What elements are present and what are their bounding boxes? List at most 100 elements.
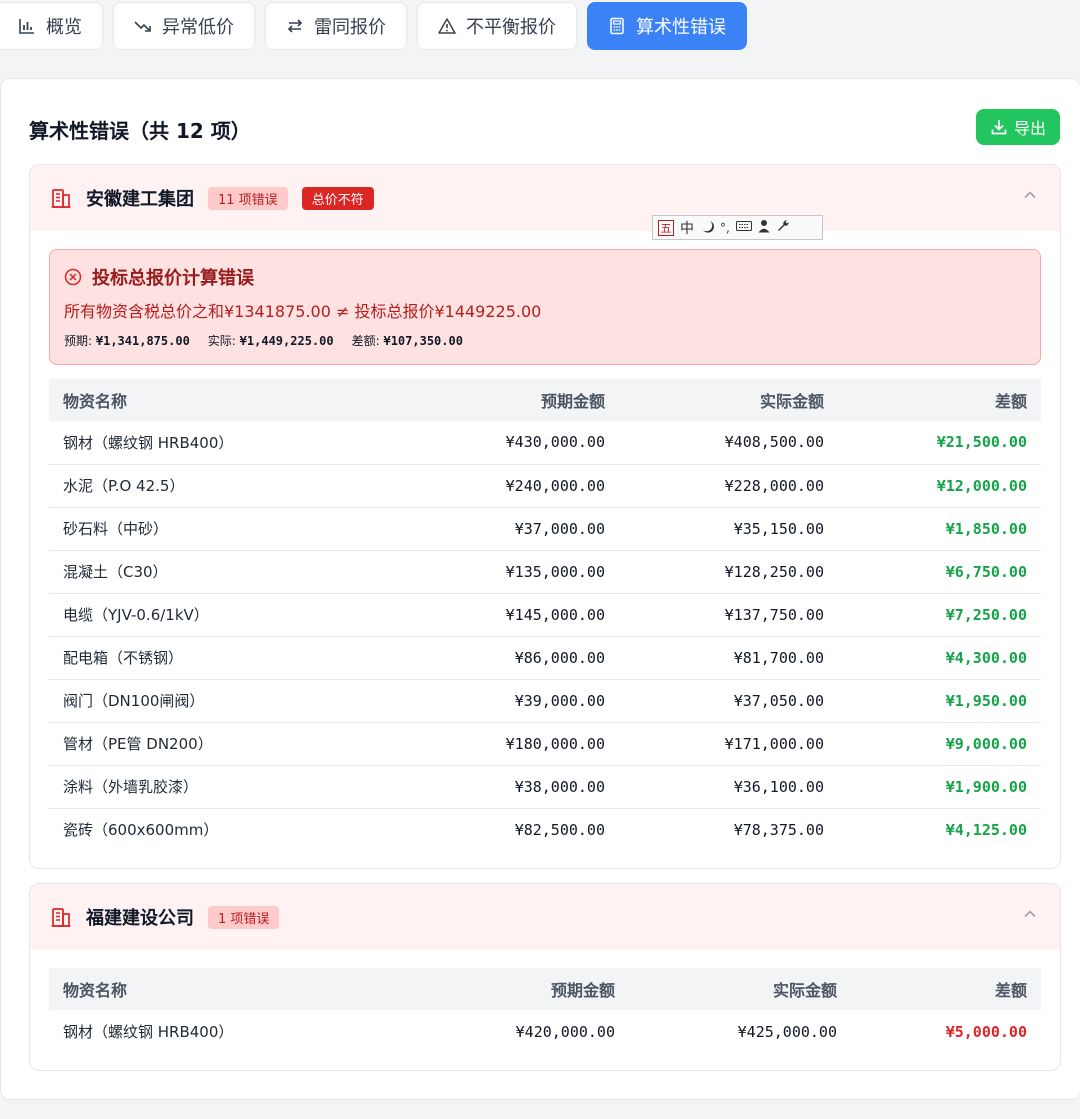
- tab-label: 不平衡报价: [466, 17, 556, 38]
- user-icon[interactable]: [758, 219, 770, 237]
- material-diff-table: 物资名称 预期金额 实际金额 差额 钢材（螺纹钢 HRB400） ¥420,000…: [49, 968, 1041, 1053]
- error-title: 投标总报价计算错误: [64, 264, 1026, 290]
- tab-label: 概览: [46, 17, 82, 38]
- expected-amount-cell: ¥38,000.00: [449, 765, 619, 809]
- material-name-cell: 涂料（外墙乳胶漆）: [49, 765, 449, 809]
- company-card-fujian: 福建建设公司 1 项错误 物资名称 预期金额 实际金额 差额 钢材（螺纹钢 HR…: [29, 883, 1061, 1071]
- expected-amount-cell: ¥180,000.00: [449, 722, 619, 766]
- material-name-cell: 钢材（螺纹钢 HRB400）: [63, 1023, 234, 1041]
- ime-chinese-mode[interactable]: 中: [680, 218, 694, 238]
- error-circle-icon: [64, 268, 82, 286]
- expected-amount-cell: ¥82,500.00: [514, 820, 605, 839]
- actual-amount: 实际: ¥1,449,225.00: [207, 334, 334, 348]
- chevron-up-icon[interactable]: [1022, 906, 1038, 922]
- col-actual: 实际金额: [759, 392, 824, 411]
- col-diff: 差额: [994, 392, 1027, 411]
- col-material-name: 物资名称: [63, 981, 128, 1000]
- expected-amount-cell: ¥145,000.00: [449, 593, 619, 637]
- export-button[interactable]: 导出: [976, 109, 1060, 145]
- tab-abnormal-low-price[interactable]: 异常低价: [113, 2, 255, 50]
- page-title: 算术性错误（共 12 项）: [29, 119, 251, 143]
- expected-amount-cell: ¥39,000.00: [449, 679, 619, 723]
- arithmetic-error-panel: 算术性错误（共 12 项） 导出 安徽建工集团 11 项错误 总价不符 投标总报…: [0, 78, 1080, 1100]
- ime-toolbar[interactable]: 五 中 °,: [652, 215, 823, 240]
- actual-amount-cell: ¥36,100.00: [619, 765, 838, 809]
- tab-arithmetic-error[interactable]: 算术性错误: [587, 2, 747, 50]
- diff-amount-cell: ¥5,000.00: [945, 1022, 1027, 1041]
- expected-amount-cell: ¥430,000.00: [449, 421, 619, 465]
- material-name-cell: 钢材（螺纹钢 HRB400）: [49, 421, 449, 465]
- moon-icon[interactable]: [700, 219, 714, 237]
- diff-amount-cell: ¥6,750.00: [838, 550, 1041, 594]
- error-description: 所有物资含税总价之和¥1341875.00 ≠ 投标总报价¥1449225.00: [64, 302, 542, 321]
- company-name: 安徽建工集团: [86, 189, 194, 210]
- table-row: 钢材（螺纹钢 HRB400） ¥430,000.00 ¥408,500.00 ¥21,…: [49, 421, 1041, 465]
- expected-amount-cell: ¥37,000.00: [449, 507, 619, 551]
- material-name-cell: 电缆（YJV-0.6/1kV）: [49, 593, 449, 637]
- bar-chart-icon: [18, 17, 36, 35]
- material-name-cell: 阀门（DN100闸阀）: [49, 679, 449, 723]
- table-header-row: 物资名称 预期金额 实际金额 差额: [49, 968, 1041, 1010]
- diff-amount: 差额: ¥107,350.00: [351, 334, 463, 348]
- actual-amount-cell: ¥171,000.00: [619, 722, 838, 766]
- table-row: 混凝土（C30） ¥135,000.00 ¥128,250.00 ¥6,750.00: [49, 550, 1041, 594]
- ime-five-stroke-icon[interactable]: 五: [658, 219, 674, 236]
- trend-down-icon: [134, 17, 152, 35]
- actual-amount-cell: ¥81,700.00: [619, 636, 838, 680]
- actual-amount-cell: ¥408,500.00: [619, 421, 838, 465]
- actual-amount-cell: ¥137,750.00: [619, 593, 838, 637]
- building-icon: [51, 908, 71, 927]
- actual-amount-cell: ¥37,050.00: [619, 679, 838, 723]
- diff-amount-cell: ¥1,850.00: [838, 507, 1041, 551]
- col-material-name: 物资名称: [63, 392, 128, 411]
- diff-amount-cell: ¥7,250.00: [838, 593, 1041, 637]
- table-row: 管材（PE管 DN200） ¥180,000.00 ¥171,000.00 ¥9,00…: [49, 722, 1041, 766]
- diff-amount-cell: ¥9,000.00: [838, 722, 1041, 766]
- tab-bar: 概览 异常低价 雷同报价 不平衡报价 算术性错误: [0, 2, 747, 50]
- diff-amount-cell: ¥4,300.00: [838, 636, 1041, 680]
- tab-overview[interactable]: 概览: [0, 2, 103, 50]
- company-header[interactable]: 安徽建工集团 11 项错误 总价不符: [30, 165, 1060, 231]
- error-count-badge: 1 项错误: [208, 905, 280, 929]
- export-label: 导出: [1013, 119, 1046, 138]
- table-row: 配电箱（不锈钢） ¥86,000.00 ¥81,700.00 ¥4,300.00: [49, 636, 1041, 680]
- tab-label: 雷同报价: [314, 17, 386, 38]
- table-row: 涂料（外墙乳胶漆） ¥38,000.00 ¥36,100.00 ¥1,900.00: [49, 765, 1041, 809]
- total-mismatch-badge: 总价不符: [301, 186, 374, 210]
- chevron-up-icon[interactable]: [1022, 187, 1038, 203]
- table-row: 砂石料（中砂） ¥37,000.00 ¥35,150.00 ¥1,850.00: [49, 507, 1041, 551]
- expected-amount-cell: ¥86,000.00: [449, 636, 619, 680]
- diff-amount-cell: ¥4,125.00: [945, 820, 1027, 839]
- error-amounts: 预期: ¥1,341,875.00 实际: ¥1,449,225.00 差额: …: [64, 332, 1026, 349]
- tab-unbalanced-quote[interactable]: 不平衡报价: [417, 2, 577, 50]
- error-count-badge: 11 项错误: [208, 186, 288, 210]
- diff-amount-cell: ¥1,950.00: [838, 679, 1041, 723]
- material-name-cell: 管材（PE管 DN200）: [49, 722, 449, 766]
- diff-amount-cell: ¥21,500.00: [838, 421, 1041, 465]
- company-header[interactable]: 福建建设公司 1 项错误: [30, 884, 1060, 950]
- col-diff: 差额: [994, 981, 1027, 1000]
- actual-amount-cell: ¥78,375.00: [733, 820, 824, 839]
- wrench-icon[interactable]: [776, 219, 790, 237]
- material-name-cell: 配电箱（不锈钢）: [49, 636, 449, 680]
- tab-similar-quote[interactable]: 雷同报价: [265, 2, 407, 50]
- table-row: 瓷砖（600x600mm） ¥82,500.00 ¥78,375.00 ¥4,125.…: [49, 808, 1041, 851]
- keyboard-icon[interactable]: [735, 220, 752, 236]
- actual-amount-cell: ¥228,000.00: [619, 464, 838, 508]
- material-name-cell: 瓷砖（600x600mm）: [63, 821, 219, 840]
- col-expected: 预期金额: [550, 981, 615, 1000]
- material-name-cell: 混凝土（C30）: [49, 550, 449, 594]
- actual-amount-cell: ¥128,250.00: [619, 550, 838, 594]
- calculator-icon: [608, 17, 626, 35]
- table-row: 水泥（P.O 42.5） ¥240,000.00 ¥228,000.00 ¥12,00…: [49, 464, 1041, 508]
- building-icon: [51, 189, 71, 208]
- col-expected: 预期金额: [540, 392, 605, 411]
- actual-amount-cell: ¥425,000.00: [737, 1022, 837, 1041]
- total-price-error-box: 投标总报价计算错误 所有物资含税总价之和¥1341875.00 ≠ 投标总报价¥…: [49, 249, 1041, 365]
- expected-amount-cell: ¥240,000.00: [449, 464, 619, 508]
- diff-amount-cell: ¥1,900.00: [838, 765, 1041, 809]
- punctuation-icon[interactable]: °,: [720, 221, 730, 235]
- material-name-cell: 水泥（P.O 42.5）: [49, 464, 449, 508]
- tab-label: 算术性错误: [636, 17, 726, 38]
- download-icon: [991, 120, 1007, 135]
